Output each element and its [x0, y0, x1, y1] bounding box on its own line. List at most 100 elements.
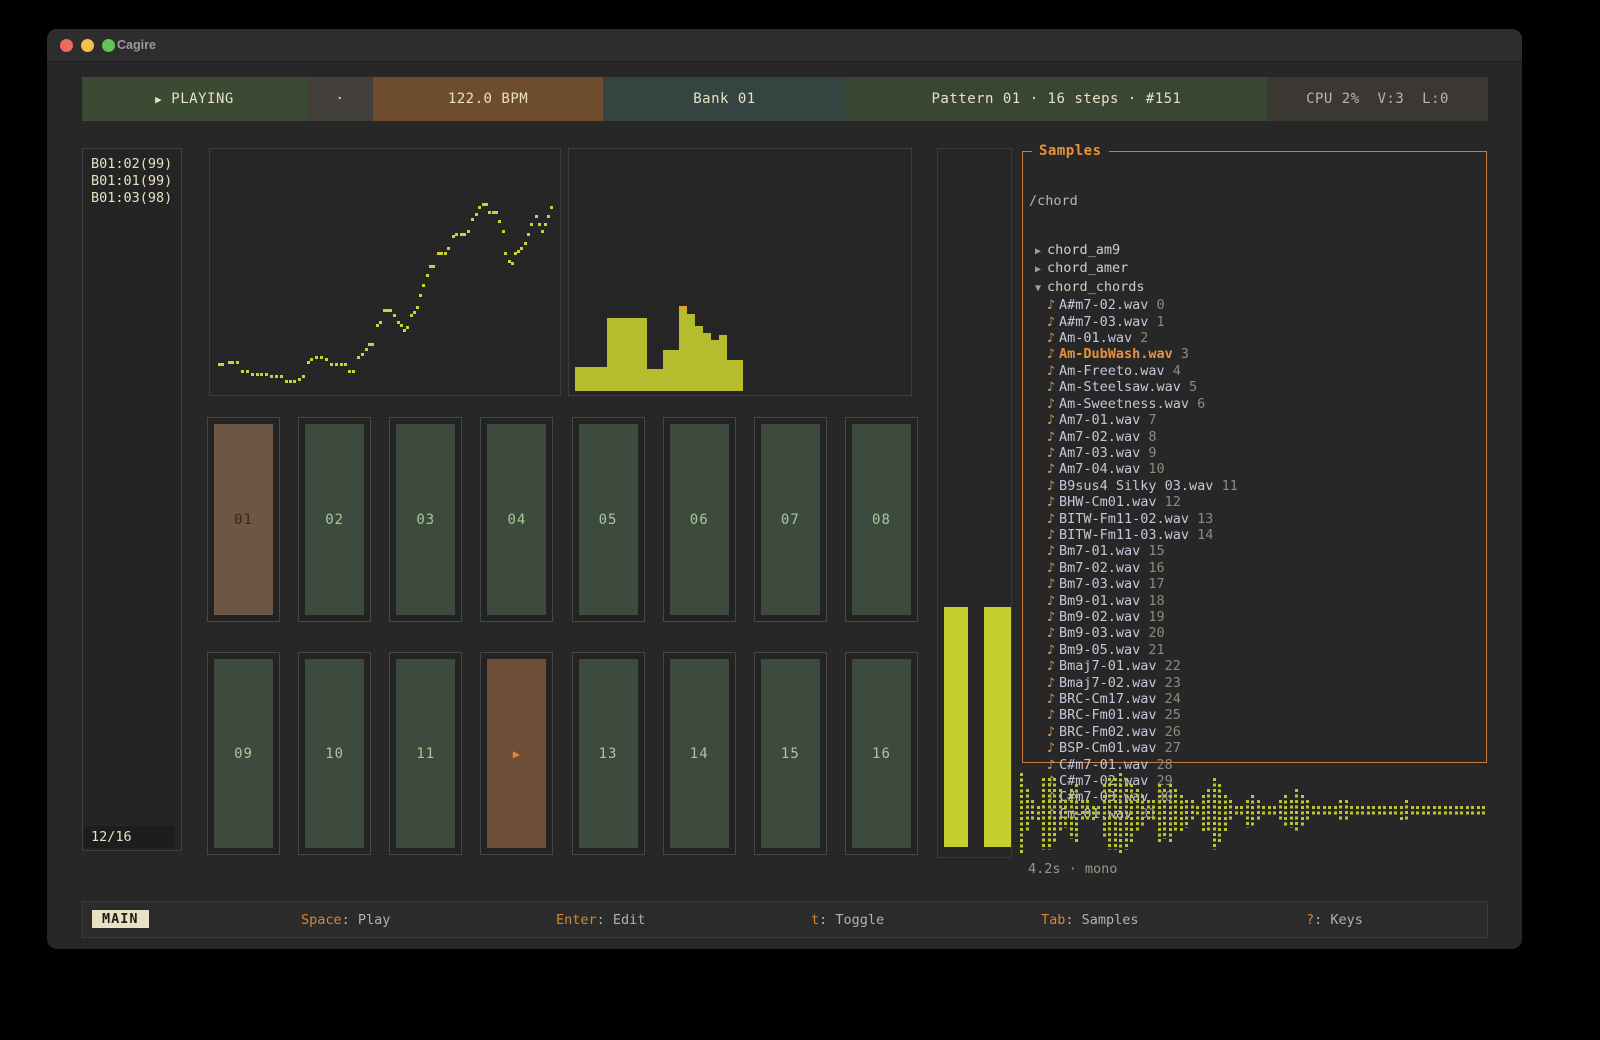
scatter-dot [365, 348, 368, 351]
tree-file[interactable]: ♪BSP-Cm01.wav 27 [1029, 740, 1486, 756]
music-note-icon: ♪ [1043, 527, 1059, 543]
scatter-dot [538, 223, 541, 226]
tree-file[interactable]: ♪Bm7-03.wav 17 [1029, 576, 1486, 592]
scatter-dot [265, 373, 268, 376]
pad-9[interactable]: 09 [207, 652, 280, 855]
tree-file[interactable]: ♪Am-01.wav 2 [1029, 330, 1486, 346]
waveform-column [1108, 778, 1111, 850]
waveform-column [1130, 784, 1133, 845]
tree-file[interactable]: ♪Am-Sweetness.wav 6 [1029, 396, 1486, 412]
waveform-column [1240, 806, 1243, 817]
pattern-display[interactable]: Pattern 01 · 16 steps · #151 [846, 77, 1267, 121]
scatter-dot [293, 380, 296, 383]
pad-7[interactable]: 07 [754, 417, 827, 622]
file-index: 6 [1197, 396, 1205, 412]
hint-label: : Play [342, 912, 391, 928]
pad-16[interactable]: 16 [845, 652, 918, 855]
music-note-icon: ♪ [1043, 675, 1059, 691]
pad-2[interactable]: 02 [298, 417, 371, 622]
music-note-icon: ♪ [1043, 363, 1059, 379]
tree-file[interactable]: ♪BITW-Fm11-02.wav 13 [1029, 511, 1486, 527]
pad-1[interactable]: 01 [207, 417, 280, 622]
scatter-dot [511, 262, 514, 265]
close-button[interactable] [60, 39, 73, 52]
tree-file[interactable]: ♪A#m7-02.wav 0 [1029, 297, 1486, 313]
waveform-column [1048, 778, 1051, 850]
pad-label: 09 [214, 659, 273, 848]
file-name: Bm7-01.wav [1059, 543, 1148, 559]
file-name: Bm7-02.wav [1059, 560, 1148, 576]
tree-file[interactable]: ♪BRC-Cm17.wav 24 [1029, 691, 1486, 707]
waveform-column [1361, 806, 1364, 817]
pad-5[interactable]: 05 [572, 417, 645, 622]
waveform-column [1400, 806, 1403, 823]
tree-file[interactable]: ♪Am-Freeto.wav 4 [1029, 363, 1486, 379]
music-note-icon: ♪ [1043, 658, 1059, 674]
scatter-dot [444, 252, 447, 255]
transport-status[interactable]: ▶ PLAYING [82, 77, 307, 121]
music-note-icon: ♪ [1043, 707, 1059, 723]
tree-file[interactable]: ♪BITW-Fm11-03.wav 14 [1029, 527, 1486, 543]
histogram-bar [727, 360, 735, 391]
tree-file[interactable]: ♪Bm7-01.wav 15 [1029, 543, 1486, 559]
pad-10[interactable]: 10 [298, 652, 371, 855]
pad-13[interactable]: 13 [572, 652, 645, 855]
tree-file[interactable]: ♪Am7-04.wav 10 [1029, 461, 1486, 477]
waveform-column [1070, 789, 1073, 839]
tree-file[interactable]: ♪BRC-Fm02.wav 26 [1029, 724, 1486, 740]
waveform-column [1031, 800, 1034, 822]
tree-file[interactable]: ♪Bmaj7-02.wav 23 [1029, 675, 1486, 691]
waveform-column [1213, 778, 1216, 850]
tree-file[interactable]: ♪Am7-03.wav 9 [1029, 445, 1486, 461]
waveform-column [1207, 789, 1210, 833]
waveform-column [1422, 806, 1425, 817]
waveform-column [1273, 806, 1276, 817]
chevron-right-icon: ▶ [1029, 244, 1047, 260]
minimize-button[interactable] [81, 39, 94, 52]
pad-12[interactable]: ▶ [480, 652, 553, 855]
tree-file[interactable]: ♪Am-DubWash.wav 3 [1029, 346, 1486, 362]
scatter-dot [471, 218, 474, 221]
waveform-column [1405, 800, 1408, 822]
tree-file[interactable]: ♪Bm9-01.wav 18 [1029, 593, 1486, 609]
tree-file[interactable]: ♪Bm9-05.wav 21 [1029, 642, 1486, 658]
tree-file[interactable]: ♪A#m7-03.wav 1 [1029, 314, 1486, 330]
tree-file[interactable]: ♪Bm7-02.wav 16 [1029, 560, 1486, 576]
tree-file[interactable]: ♪Bm9-03.wav 20 [1029, 625, 1486, 641]
tree-file[interactable]: ♪Am-Steelsaw.wav 5 [1029, 379, 1486, 395]
scatter-dot [413, 311, 416, 314]
pad-label: 10 [305, 659, 364, 848]
maximize-button[interactable] [102, 39, 115, 52]
histogram-bar [623, 318, 631, 391]
tree-file[interactable]: ♪BRC-Fm01.wav 25 [1029, 707, 1486, 723]
tree-file[interactable]: ♪Am7-01.wav 7 [1029, 412, 1486, 428]
tree-file[interactable]: ♪B9sus4 Silky 03.wav 11 [1029, 478, 1486, 494]
tree-file[interactable]: ♪Am7-02.wav 8 [1029, 429, 1486, 445]
bpm-display[interactable]: 122.0 BPM [373, 77, 603, 121]
pad-11[interactable]: 11 [389, 652, 462, 855]
tree-file[interactable]: ♪Bm9-02.wav 19 [1029, 609, 1486, 625]
tree-folder-chord_amer[interactable]: ▶chord_amer [1029, 260, 1486, 278]
tree-folder-chord_am9[interactable]: ▶chord_am9 [1029, 242, 1486, 260]
hint-label: : Samples [1065, 912, 1138, 928]
pad-14[interactable]: 14 [663, 652, 736, 855]
waveform-column [1169, 784, 1172, 845]
scatter-dot [455, 233, 458, 236]
scatter-dot [432, 265, 435, 268]
pad-8[interactable]: 08 [845, 417, 918, 622]
waveform-column [1257, 800, 1260, 822]
waveform-column [1136, 789, 1139, 833]
music-note-icon: ♪ [1043, 379, 1059, 395]
pad-6[interactable]: 06 [663, 417, 736, 622]
tree-folder-chord_chords[interactable]: ▼chord_chords [1029, 279, 1486, 297]
waveform-column [1037, 806, 1040, 823]
pad-15[interactable]: 15 [754, 652, 827, 855]
scatter-dot [463, 233, 466, 236]
pad-4[interactable]: 04 [480, 417, 553, 622]
tree-file[interactable]: ♪Bmaj7-01.wav 22 [1029, 658, 1486, 674]
waveform-column [1114, 778, 1117, 850]
waveform-column [1229, 800, 1232, 822]
pad-3[interactable]: 03 [389, 417, 462, 622]
tree-file[interactable]: ♪BHW-Cm01.wav 12 [1029, 494, 1486, 510]
bank-display[interactable]: Bank 01 [603, 77, 846, 121]
